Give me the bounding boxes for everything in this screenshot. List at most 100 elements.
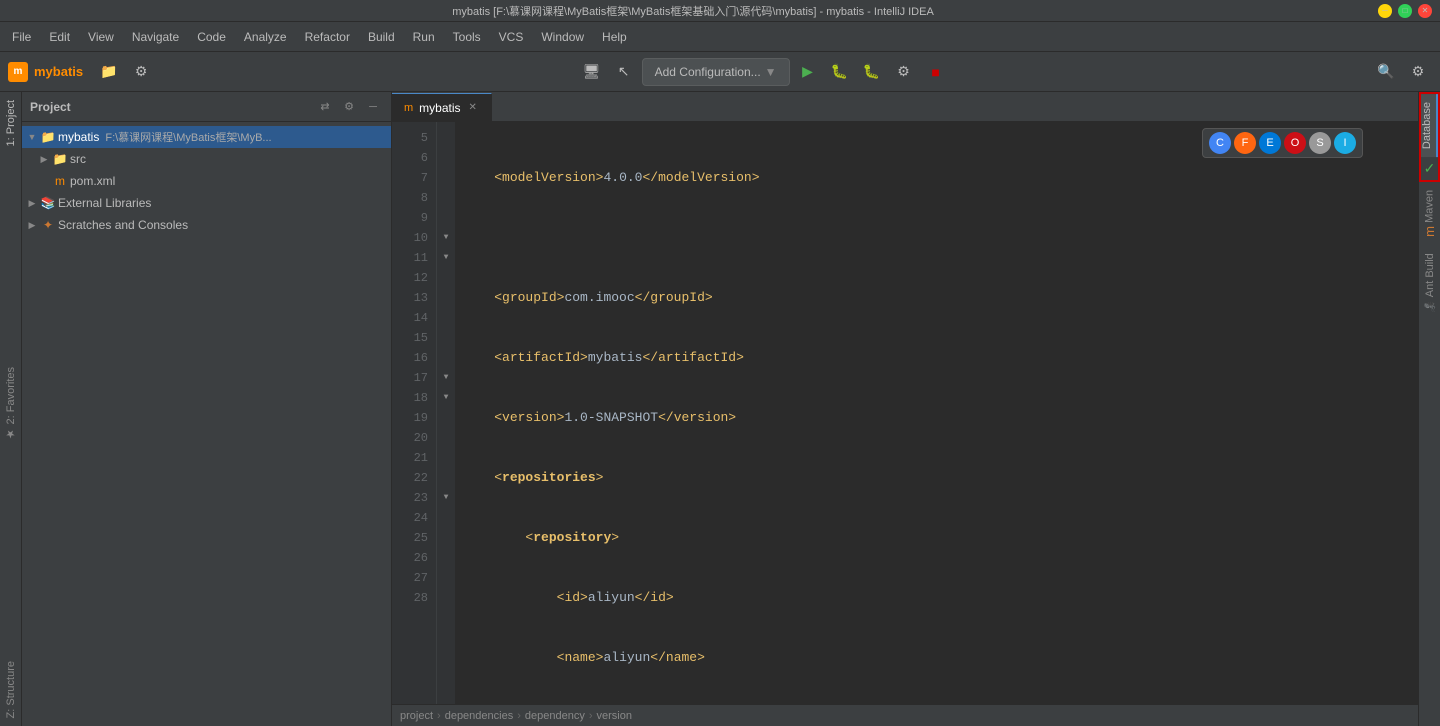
gutter-27 <box>437 568 455 588</box>
linenum-19: 19 <box>392 408 436 428</box>
menu-build[interactable]: Build <box>360 27 403 47</box>
menu-bar: File Edit View Navigate Code Analyze Ref… <box>0 22 1440 52</box>
tree-item-scratches[interactable]: ▶ ✦ Scratches and Consoles <box>22 214 391 236</box>
panel-gear-btn[interactable]: ⚙ <box>339 97 359 117</box>
add-config-dropdown-icon: ▼ <box>765 65 777 79</box>
panel-label-favorites[interactable]: ★ 2: Favorites <box>1 359 20 449</box>
toolbar-settings-btn[interactable]: ⚙ <box>127 58 155 86</box>
ie-icon[interactable]: I <box>1334 132 1356 154</box>
logo-icon: m <box>8 62 28 82</box>
gutter-22 <box>437 468 455 488</box>
ant-icon: 🐜 <box>1424 300 1435 312</box>
gutter-16 <box>437 348 455 368</box>
tab-close-mybatis[interactable]: ✕ <box>467 101 479 114</box>
panel-sync-btn[interactable]: ⇄ <box>315 97 335 117</box>
gutter-8 <box>437 188 455 208</box>
gutter-23: ▼ <box>437 488 455 508</box>
add-configuration-button[interactable]: Add Configuration... ▼ <box>642 58 790 86</box>
breadcrumb-version: version <box>597 710 632 722</box>
project-panel-header: Project ⇄ ⚙ ─ <box>22 92 391 122</box>
menu-view[interactable]: View <box>80 27 122 47</box>
editor-area: m mybatis ✕ C F E O S I 5 6 7 8 9 10 11 <box>392 92 1418 726</box>
menu-navigate[interactable]: Navigate <box>124 27 187 47</box>
opera-icon[interactable]: O <box>1284 132 1306 154</box>
tree-label-src: src <box>70 152 86 166</box>
maven-tab[interactable]: m Maven <box>1419 182 1440 245</box>
tree-item-pom[interactable]: ▶ m pom.xml <box>22 170 391 192</box>
gutter-9 <box>437 208 455 228</box>
linenum-26: 26 <box>392 548 436 568</box>
gutter-6 <box>437 148 455 168</box>
menu-refactor[interactable]: Refactor <box>297 27 358 47</box>
project-name: mybatis <box>34 64 83 79</box>
tree-item-external-libs[interactable]: ▶ 📚 External Libraries <box>22 192 391 214</box>
tree-label-scratches: Scratches and Consoles <box>58 218 188 232</box>
chevron-src: ▶ <box>38 154 50 165</box>
code-line-6 <box>463 228 1418 248</box>
menu-file[interactable]: File <box>4 27 39 47</box>
window-title: mybatis [F:\慕课网课程\MyBatis框架\MyBatis框架基础入… <box>8 3 1378 19</box>
chrome-icon[interactable]: C <box>1209 132 1231 154</box>
editor-tab-mybatis[interactable]: m mybatis ✕ <box>392 93 492 121</box>
chevron-scratches: ▶ <box>26 220 38 231</box>
menu-tools[interactable]: Tools <box>445 27 489 47</box>
profile-button[interactable]: ⚙ <box>890 58 918 86</box>
linenum-8: 8 <box>392 188 436 208</box>
toolbar: m mybatis 📁 ⚙ 🖥 ↖ Add Configuration... ▼… <box>0 52 1440 92</box>
toolbar-folder-btn[interactable]: 📁 <box>95 58 123 86</box>
gutter-5 <box>437 128 455 148</box>
breadcrumb-dependency: dependency <box>525 710 585 722</box>
stop-button[interactable]: ■ <box>922 58 950 86</box>
gutter-14 <box>437 308 455 328</box>
safari-icon[interactable]: S <box>1309 132 1331 154</box>
code-line-12: <id>aliyun</id> <box>463 588 1418 608</box>
linenum-24: 24 <box>392 508 436 528</box>
left-panel-labels: 1: Project ★ 2: Favorites Z: Structure <box>0 92 22 726</box>
minimize-button[interactable]: ─ <box>1378 4 1392 18</box>
project-panel: Project ⇄ ⚙ ─ ▼ 📁 mybatis F:\慕课网课程\MyBat… <box>22 92 392 726</box>
tree-item-src[interactable]: ▶ 📁 src <box>22 148 391 170</box>
code-content[interactable]: <modelVersion>4.0.0</modelVersion> <grou… <box>455 122 1418 726</box>
panel-label-structure[interactable]: Z: Structure <box>2 653 20 726</box>
code-editor[interactable]: 5 6 7 8 9 10 11 12 13 14 15 16 17 18 19 … <box>392 122 1418 726</box>
menu-window[interactable]: Window <box>533 27 592 47</box>
toolbar-cursor-btn[interactable]: ↖ <box>610 58 638 86</box>
database-panel-highlight: Database ✓ <box>1419 92 1440 182</box>
coverage-button[interactable]: 🐛 <box>858 58 886 86</box>
database-tab[interactable]: Database <box>1421 94 1438 157</box>
firefox-icon[interactable]: F <box>1234 132 1256 154</box>
panel-label-project[interactable]: 1: Project <box>2 92 20 154</box>
folder-icon-src: 📁 <box>52 151 68 167</box>
tree-item-mybatis[interactable]: ▼ 📁 mybatis F:\慕课网课程\MyBatis框架\MyB... <box>22 126 391 148</box>
close-button[interactable]: ✕ <box>1418 4 1432 18</box>
menu-run[interactable]: Run <box>405 27 443 47</box>
maximize-button[interactable]: □ <box>1398 4 1412 18</box>
chevron-mybatis: ▼ <box>26 132 38 142</box>
toolbar-project-icon[interactable]: 🖥 <box>578 58 606 86</box>
menu-code[interactable]: Code <box>189 27 234 47</box>
menu-edit[interactable]: Edit <box>41 27 78 47</box>
gutter-20 <box>437 428 455 448</box>
maven-label: Maven <box>1424 190 1436 223</box>
breadcrumb: project › dependencies › dependency › ve… <box>400 710 632 722</box>
project-panel-title: Project <box>30 100 311 114</box>
file-icon-pom: m <box>52 173 68 189</box>
panel-minimize-btn[interactable]: ─ <box>363 97 383 117</box>
ant-build-tab[interactable]: 🐜 Ant Build <box>1421 245 1439 320</box>
ant-build-label: Ant Build <box>1424 253 1436 297</box>
gutter-12 <box>437 268 455 288</box>
breadcrumb-sep3: › <box>589 710 593 722</box>
linenum-17: 17 <box>392 368 436 388</box>
menu-vcs[interactable]: VCS <box>491 27 532 47</box>
folder-icon-mybatis: 📁 <box>40 129 56 145</box>
linenum-16: 16 <box>392 348 436 368</box>
settings-gear-btn[interactable]: ⚙ <box>1404 58 1432 86</box>
run-button[interactable]: ▶ <box>794 58 822 86</box>
tab-bar: m mybatis ✕ <box>392 92 1418 122</box>
debug-button[interactable]: 🐛 <box>826 58 854 86</box>
edge-icon[interactable]: E <box>1259 132 1281 154</box>
menu-help[interactable]: Help <box>594 27 635 47</box>
search-everywhere-btn[interactable]: 🔍 <box>1372 58 1400 86</box>
menu-analyze[interactable]: Analyze <box>236 27 295 47</box>
linenum-12: 12 <box>392 268 436 288</box>
